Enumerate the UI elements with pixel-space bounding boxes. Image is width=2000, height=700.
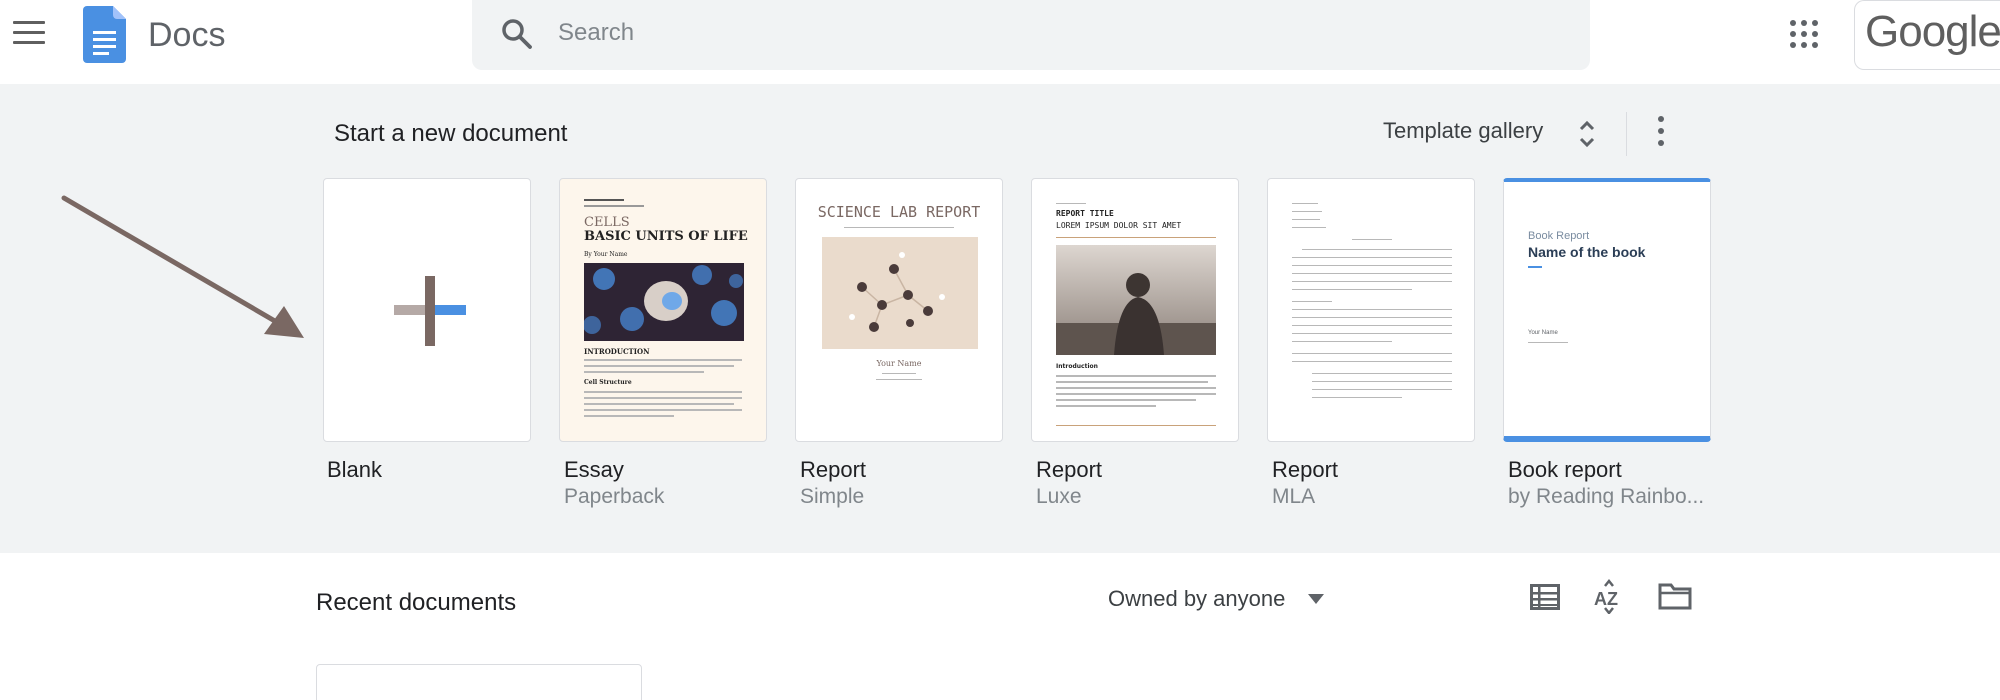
divider xyxy=(1626,112,1627,156)
template-label: Book report xyxy=(1508,457,1622,482)
plus-icon xyxy=(394,276,466,346)
unfold-more-icon[interactable] xyxy=(1578,118,1596,150)
luxe-title2: LOREM IPSUM DOLOR SIT AMET xyxy=(1056,221,1182,230)
template-gallery-button[interactable]: Template gallery xyxy=(1383,118,1543,144)
template-report-luxe[interactable]: REPORT TITLE LOREM IPSUM DOLOR SIT AMET … xyxy=(1031,178,1239,442)
luxe-intro: Introduction xyxy=(1056,363,1098,370)
simple-title: SCIENCE LAB REPORT xyxy=(817,203,981,221)
template-label: Report xyxy=(1272,457,1339,482)
section-title: Start a new document xyxy=(334,120,568,147)
caret-down-icon[interactable] xyxy=(1308,594,1324,604)
template-sublabel: Simple xyxy=(800,485,865,508)
template-essay-paperback[interactable]: CELLS BASIC UNITS OF LIFE By Your Name I… xyxy=(559,178,767,442)
recent-documents-title: Recent documents xyxy=(316,589,517,616)
simple-name: Your Name xyxy=(876,359,922,368)
book-name: Your Name xyxy=(1528,330,1558,336)
molecule-illustration xyxy=(822,237,978,349)
template-label: Report xyxy=(1036,457,1103,482)
book-kicker: Book Report xyxy=(1528,230,1590,242)
folder-icon[interactable] xyxy=(1658,582,1692,610)
svg-text:AZ: AZ xyxy=(1594,589,1618,609)
search-box[interactable] xyxy=(472,0,1590,70)
sort-az-icon[interactable]: AZ xyxy=(1592,578,1626,614)
essay-title1: CELLS xyxy=(584,215,630,230)
app-name[interactable]: Docs xyxy=(148,16,225,55)
list-view-icon[interactable] xyxy=(1530,584,1560,610)
recent-document-card[interactable] xyxy=(316,664,642,700)
template-sublabel: Luxe xyxy=(1036,485,1082,508)
template-label: Essay xyxy=(564,457,624,482)
google-account-logo[interactable]: Google xyxy=(1854,0,2000,70)
template-sublabel: by Reading Rainbo... xyxy=(1508,485,1705,508)
cells-illustration xyxy=(584,263,744,341)
owner-filter-dropdown[interactable]: Owned by anyone xyxy=(1108,586,1285,612)
essay-subhead: Cell Structure xyxy=(584,379,632,386)
annotation-arrow-icon xyxy=(61,195,304,338)
more-vert-icon[interactable] xyxy=(1652,116,1670,150)
start-new-document-section: Start a new document Template gallery Bl… xyxy=(0,84,2000,553)
template-report-simple[interactable]: SCIENCE LAB REPORT Your Name xyxy=(795,178,1003,442)
book-title: Name of the book xyxy=(1528,244,1646,260)
top-header: Docs Search Google xyxy=(0,0,2000,84)
template-book-report[interactable]: Book Report Name of the book Your Name xyxy=(1503,178,1711,442)
search-icon[interactable] xyxy=(500,17,534,51)
person-photo xyxy=(1056,245,1216,355)
essay-title2: BASIC UNITS OF LIFE xyxy=(584,229,748,244)
template-report-mla[interactable] xyxy=(1267,178,1475,442)
luxe-title1: REPORT TITLE xyxy=(1056,209,1114,218)
docs-logo-icon[interactable] xyxy=(83,6,126,63)
essay-byline: By Your Name xyxy=(584,251,628,258)
search-input[interactable]: Search xyxy=(558,19,634,47)
template-label: Blank xyxy=(327,457,383,482)
hamburger-icon[interactable] xyxy=(13,21,45,47)
template-sublabel: Paperback xyxy=(564,485,665,508)
template-blank[interactable] xyxy=(323,178,531,442)
essay-intro: INTRODUCTION xyxy=(584,347,650,356)
template-label: Report xyxy=(800,457,867,482)
apps-grid-icon[interactable] xyxy=(1790,20,1818,48)
template-sublabel: MLA xyxy=(1272,485,1316,508)
